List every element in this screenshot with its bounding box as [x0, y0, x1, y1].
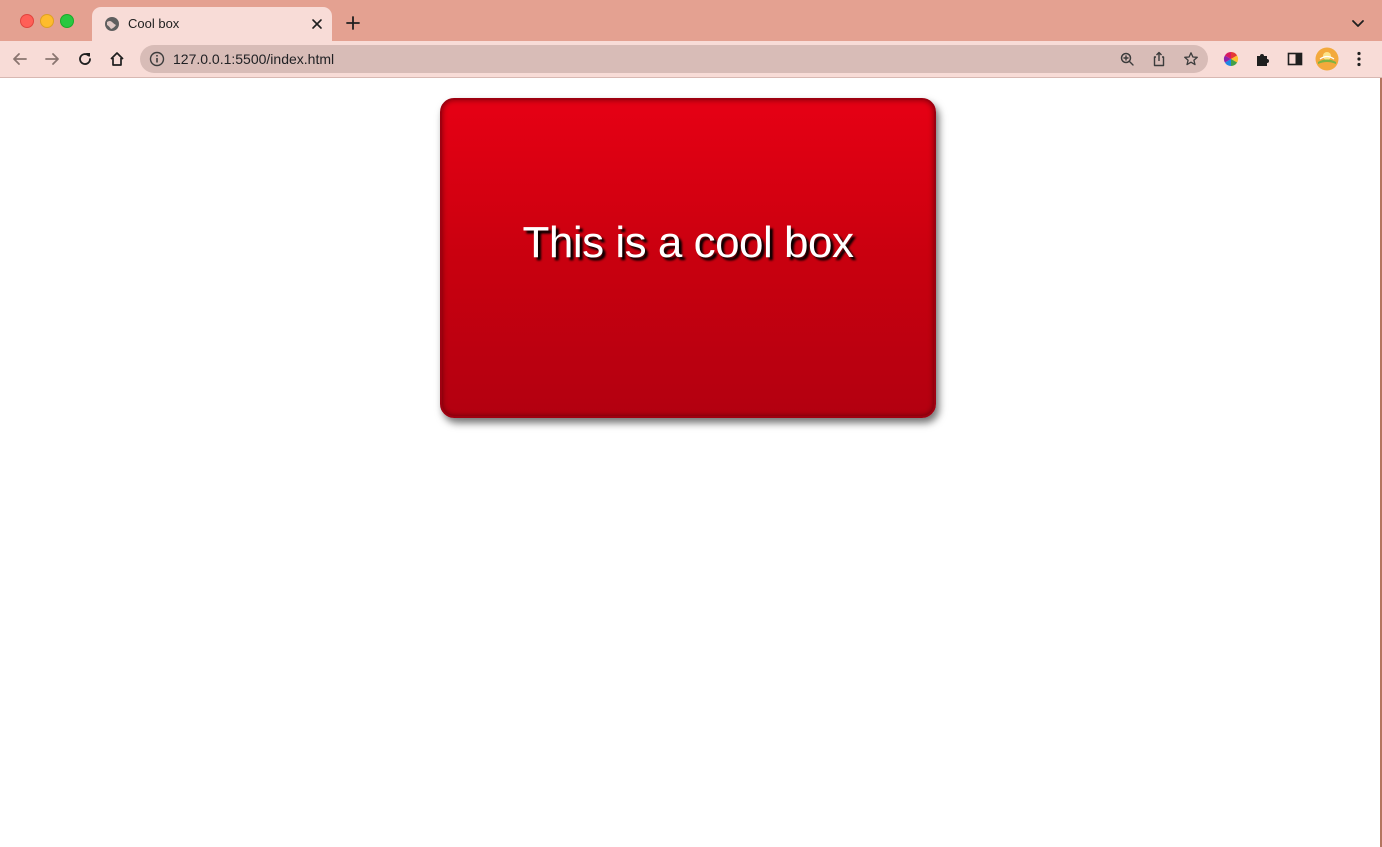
share-icon[interactable] [1151, 51, 1167, 67]
home-icon[interactable] [108, 50, 126, 68]
tab-strip: Cool box [0, 0, 1382, 41]
globe-icon [105, 17, 119, 31]
info-icon[interactable] [149, 51, 165, 67]
tab-cool-box[interactable]: Cool box [92, 7, 332, 41]
tab-title: Cool box [128, 16, 180, 31]
side-panel-icon[interactable] [1286, 50, 1304, 68]
star-icon[interactable] [1183, 51, 1199, 67]
window-maximize-button[interactable] [60, 14, 74, 28]
puzzle-icon[interactable] [1254, 50, 1272, 68]
reload-icon[interactable] [76, 50, 94, 68]
cool-box-text: This is a cool box [522, 218, 854, 267]
kebab-menu-icon[interactable] [1350, 50, 1368, 68]
chevron-down-icon[interactable] [1350, 15, 1366, 31]
window-close-button[interactable] [20, 14, 34, 28]
cool-box: This is a cool box [440, 98, 936, 418]
browser-toolbar: 127.0.0.1:5500/index.html [0, 41, 1382, 78]
close-icon[interactable] [309, 16, 325, 32]
plus-icon[interactable] [345, 15, 361, 31]
page-viewport: This is a cool box [0, 78, 1380, 847]
url-text[interactable]: 127.0.0.1:5500/index.html [173, 51, 334, 67]
avatar-icon[interactable] [1315, 47, 1339, 71]
color-wheel-icon[interactable] [1222, 50, 1240, 68]
back-arrow-icon[interactable] [11, 50, 29, 68]
forward-arrow-icon[interactable] [43, 50, 61, 68]
zoom-icon[interactable] [1119, 51, 1135, 67]
address-bar[interactable]: 127.0.0.1:5500/index.html [140, 45, 1208, 73]
window-minimize-button[interactable] [40, 14, 54, 28]
